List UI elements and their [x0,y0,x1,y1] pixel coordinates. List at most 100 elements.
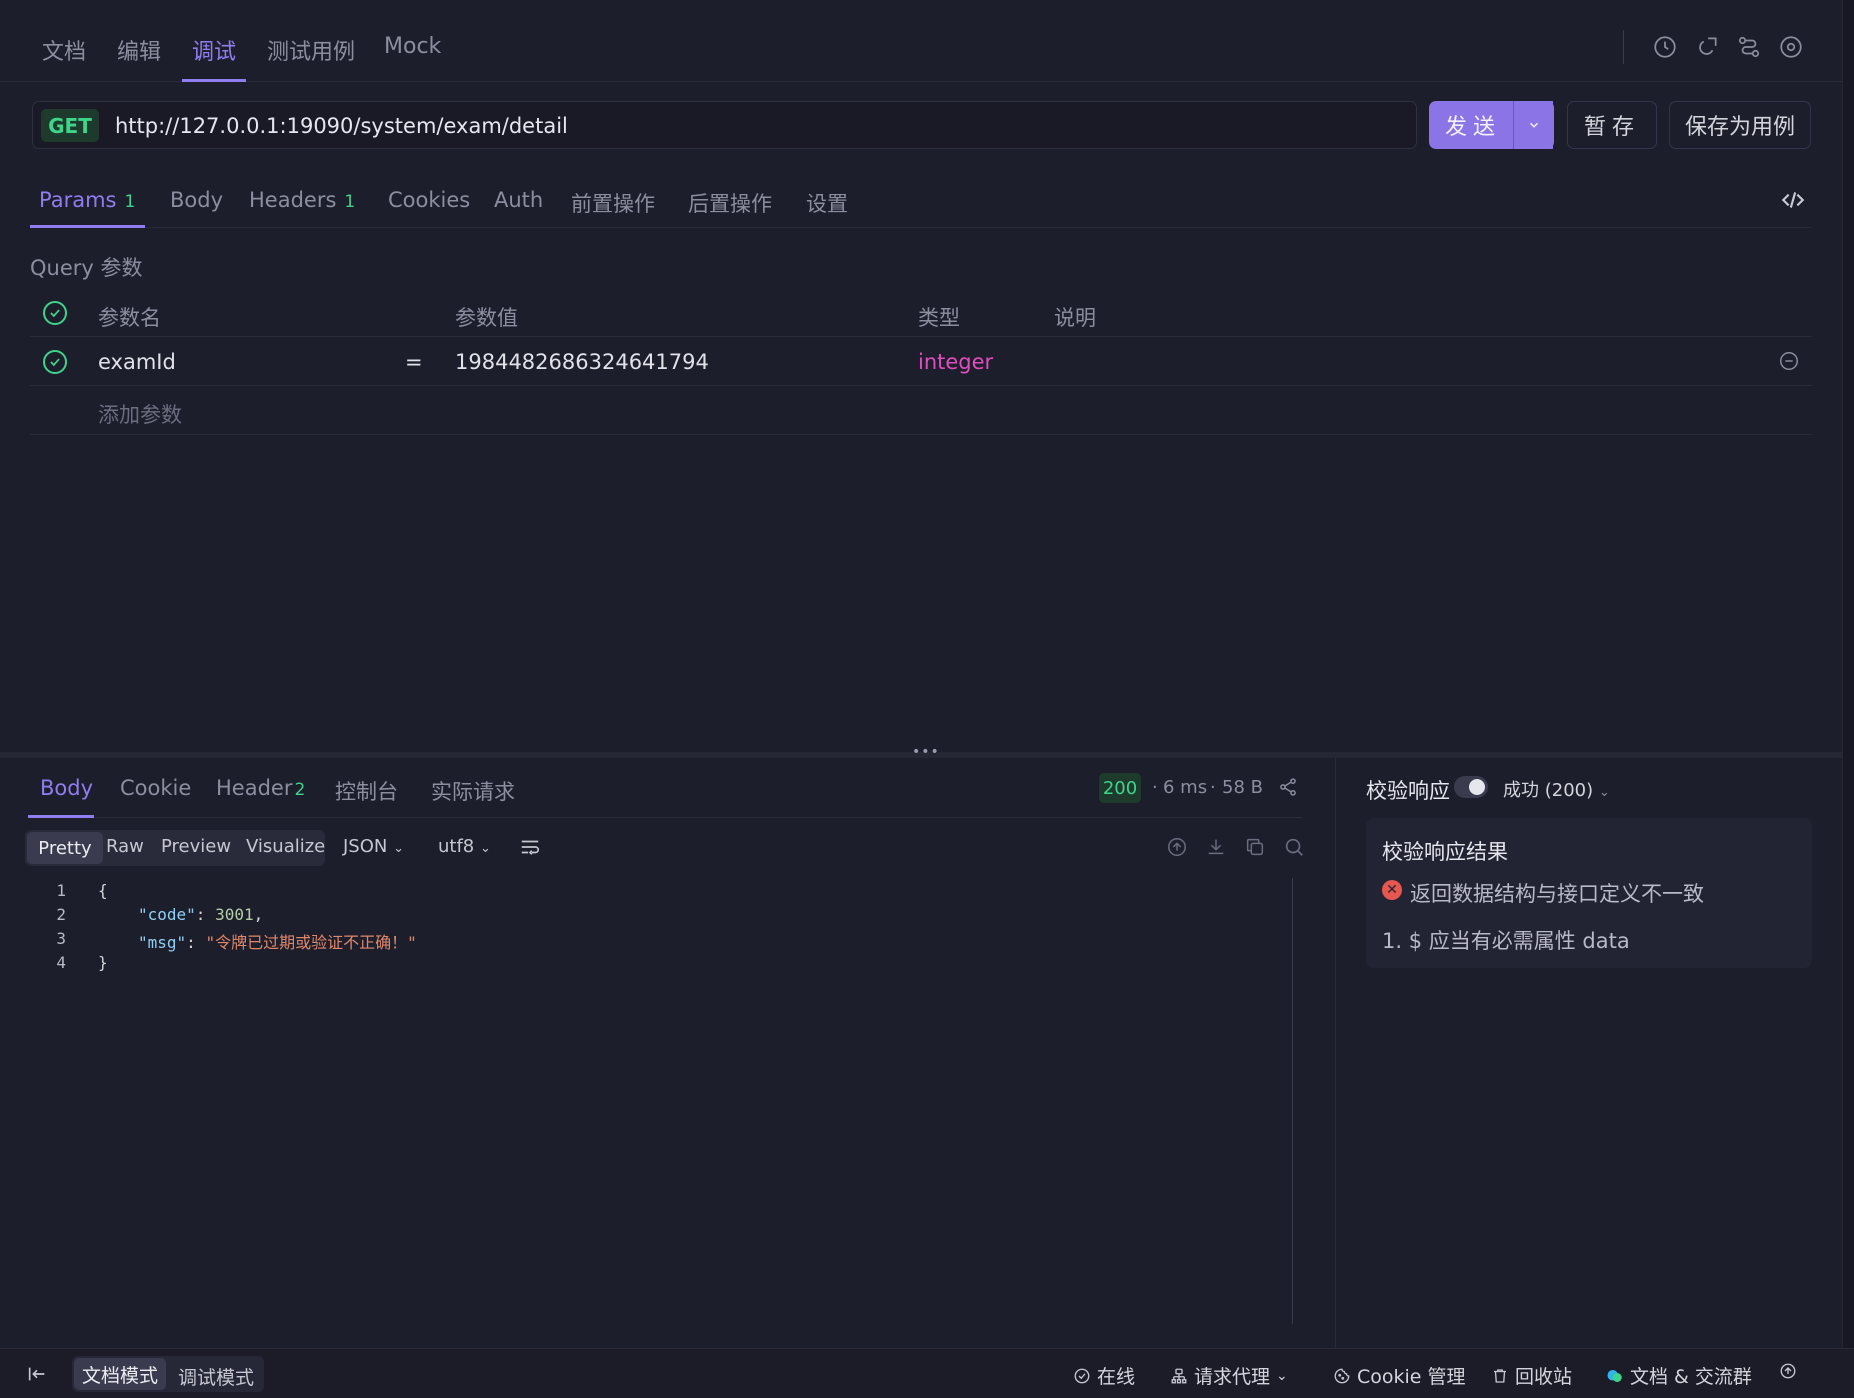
tab-settings[interactable]: 设置 [806,188,848,218]
history-icon[interactable] [1652,34,1678,60]
check-icon [50,309,60,318]
scrollbar[interactable] [1842,0,1854,1348]
view-pretty[interactable]: Pretty [27,832,103,864]
online-status[interactable]: 在线 [1073,1362,1135,1389]
validation-detail-text: 1. $ 应当有必需属性 data [1382,929,1630,953]
validate-response-label: 校验响应 [1366,779,1450,803]
response-time: 6 ms [1163,777,1208,798]
tab-console[interactable]: 控制台 [335,776,398,806]
settings-icon[interactable] [1778,34,1804,60]
status-bar: 文档模式 调试模式 在线 请求代理 ⌄ Cookie 管理 回收站 文档 & 交… [0,1348,1854,1398]
tab-post-ops[interactable]: 后置操作 [688,188,772,218]
remove-param-icon[interactable] [1778,350,1800,372]
json-line-code: "code": 3001, [138,905,264,924]
validation-result-card: 校验响应结果 ✕ 返回数据结构与接口定义不一致 1. $ 应当有必需属性 dat… [1366,818,1812,968]
tab-mock[interactable]: Mock [384,34,441,59]
line-number: 3 [56,929,66,948]
tab-response-body[interactable]: Body [40,776,93,800]
divider [1623,30,1624,64]
column-header-type: 类型 [918,306,960,330]
check-icon [50,358,60,367]
save-as-case-button[interactable]: 保存为用例 [1669,101,1811,149]
request-tab-bar: Params 1 Body Headers 1 Cookies Auth 前置操作 … [30,180,1812,228]
view-preview[interactable]: Preview [161,836,231,857]
save-temp-button[interactable]: 暂存 [1567,101,1657,149]
tab-test-cases[interactable]: 测试用例 [267,34,355,66]
debug-mode-button[interactable]: 调试模式 [178,1363,254,1390]
send-label: 发送 [1444,115,1501,140]
view-raw[interactable]: Raw [106,836,144,857]
tab-docs[interactable]: 文档 [42,34,86,66]
param-name-input[interactable]: examId [98,350,176,374]
docs-label: 文档 & 交流群 [1630,1366,1752,1388]
separator-dot: · [1152,777,1158,798]
trash-icon [1494,1368,1506,1383]
line-number: 1 [56,881,66,900]
docs-community[interactable]: 文档 & 交流群 [1606,1362,1752,1389]
word-wrap-icon[interactable] [519,836,541,858]
tab-body[interactable]: Body [170,188,223,212]
tab-actual-request[interactable]: 实际请求 [431,776,515,806]
validation-result-title: 校验响应结果 [1382,840,1508,864]
chevron-down-icon: ⌄ [1276,1367,1288,1384]
column-header-value: 参数值 [455,306,518,330]
view-visualize[interactable]: Visualize [246,836,325,857]
column-header-name: 参数名 [98,306,161,330]
code-icon[interactable] [1780,187,1806,213]
cookie-manager[interactable]: Cookie 管理 [1333,1362,1466,1389]
copy-icon[interactable] [1244,836,1266,858]
upload-icon[interactable] [1166,836,1188,858]
share-link-icon[interactable] [1694,34,1720,60]
trash-label: 回收站 [1515,1366,1573,1388]
tab-response-header-label: Header [216,776,293,800]
upgrade-button[interactable] [1779,1362,1797,1380]
row-divider [30,385,1812,386]
transform-icon[interactable] [1736,34,1762,60]
select-all-checkbox[interactable] [43,301,67,325]
json-key: "msg" [138,933,187,952]
url-bar[interactable]: GET http://127.0.0.1:19090/system/exam/d… [32,101,1417,149]
active-tab-indicator [28,815,94,818]
add-param-input[interactable]: 添加参数 [98,399,182,429]
collapse-sidebar-icon[interactable] [26,1363,48,1385]
drag-handle-icon[interactable]: ••• [912,744,940,760]
tab-params[interactable]: Params 1 [39,188,135,212]
url-input[interactable]: http://127.0.0.1:19090/system/exam/detai… [115,114,568,138]
download-icon[interactable] [1205,836,1227,858]
encoding-select[interactable]: utf8 ⌄ [438,836,491,857]
tab-headers[interactable]: Headers 1 [249,188,355,212]
validate-status-select[interactable]: 成功 (200) ⌄ [1503,776,1610,802]
validate-toggle[interactable] [1454,776,1488,798]
method-select[interactable]: GET [41,109,99,142]
line-number: 4 [56,953,66,972]
tab-response-header[interactable]: Header 2 [216,776,305,800]
request-proxy-menu[interactable]: 请求代理 ⌄ [1170,1362,1288,1389]
online-label: 在线 [1097,1366,1136,1388]
tab-pre-ops[interactable]: 前置操作 [571,188,655,218]
tab-auth[interactable]: Auth [494,188,543,212]
param-type-select[interactable]: integer [918,350,993,374]
json-key: "code" [138,905,196,924]
tab-cookies[interactable]: Cookies [388,188,470,212]
validation-error-text: 返回数据结构与接口定义不一致 [1410,882,1704,906]
recycle-bin[interactable]: 回收站 [1491,1362,1572,1389]
share-icon[interactable] [1278,777,1298,797]
search-icon[interactable] [1283,836,1305,858]
tab-debug[interactable]: 调试 [192,34,236,66]
editor-scrollbar[interactable] [1292,878,1293,1324]
active-tab-indicator [30,225,145,228]
tab-edit[interactable]: 编辑 [117,34,161,66]
param-value-input[interactable]: 1984482686324641794 [455,350,709,374]
view-mode-segmented: Pretty Raw Preview Visualize [25,830,325,866]
doc-mode-button[interactable]: 文档模式 [74,1358,166,1390]
chat-icon [1607,1369,1622,1382]
chevron-down-icon [1529,122,1539,128]
response-size: 58 B [1222,777,1263,798]
param-enabled-checkbox[interactable] [43,350,67,374]
tab-response-cookie[interactable]: Cookie [120,776,191,800]
format-select[interactable]: JSON ⌄ [343,836,404,857]
send-dropdown-button[interactable] [1513,101,1554,149]
error-icon: ✕ [1382,880,1402,900]
toggle-knob [1469,779,1485,795]
chevron-down-icon: ⌄ [393,841,405,856]
